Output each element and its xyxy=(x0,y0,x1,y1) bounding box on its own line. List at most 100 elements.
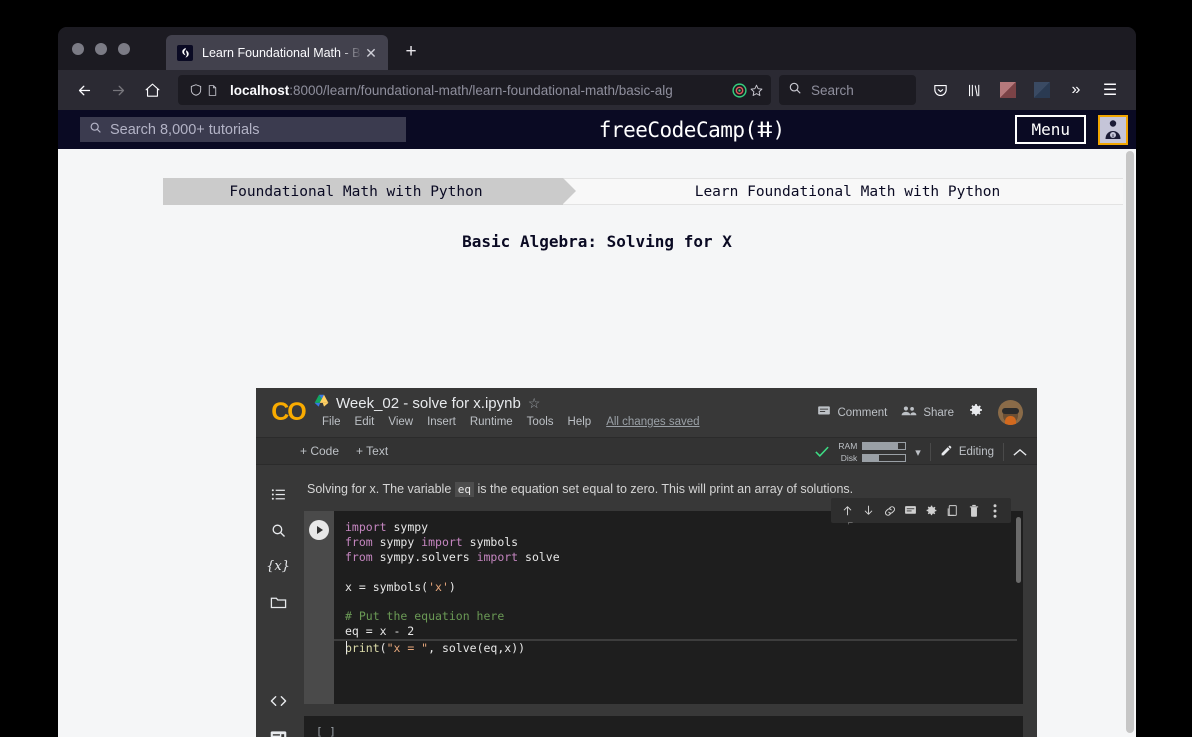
window-close-button[interactable] xyxy=(72,43,84,55)
browser-window: Learn Foundational Math - Basic ✕ + loca… xyxy=(58,27,1136,737)
svg-text:A: A xyxy=(1112,133,1115,139)
search-icon[interactable] xyxy=(263,515,293,545)
connected-check-icon xyxy=(815,445,829,460)
browser-tab-strip: Learn Foundational Math - Basic ✕ + xyxy=(58,27,1136,70)
colab-logo[interactable]: CO xyxy=(266,388,310,437)
share-button[interactable]: Share xyxy=(901,404,954,421)
breadcrumb: Foundational Math with Python Learn Foun… xyxy=(163,178,1133,205)
forward-button[interactable] xyxy=(102,75,134,105)
menu-insert[interactable]: Insert xyxy=(420,416,463,428)
variables-icon[interactable]: {x} xyxy=(263,551,293,581)
extension-a-icon[interactable] xyxy=(992,75,1024,105)
markdown-inline-code: eq xyxy=(455,482,474,497)
window-traffic-lights[interactable] xyxy=(72,43,130,55)
ram-label: RAM xyxy=(835,441,857,451)
add-code-cell-button[interactable]: + Code xyxy=(300,444,339,458)
comment-label: Comment xyxy=(837,407,887,419)
back-button[interactable] xyxy=(68,75,100,105)
pocket-icon[interactable] xyxy=(924,75,956,105)
freecodecamp-flame-icon xyxy=(177,45,193,61)
reader-mode-icon[interactable] xyxy=(731,82,748,99)
colab-filename[interactable]: Week_02 - solve for x.ipynb xyxy=(336,395,521,412)
url-path: :8000/learn/foundational-math/learn-foun… xyxy=(289,83,673,98)
menu-edit[interactable]: Edit xyxy=(348,416,382,428)
code-lines: import sympyfrom sympy import symbolsfro… xyxy=(345,520,1023,639)
cell-gutter xyxy=(304,511,334,704)
overflow-chevron-icon[interactable]: » xyxy=(1060,75,1092,105)
star-icon[interactable]: ☆ xyxy=(528,395,541,412)
colab-account-avatar[interactable] xyxy=(998,400,1023,425)
page-title: Basic Algebra: Solving for X xyxy=(58,232,1136,251)
editing-mode-button[interactable]: Editing xyxy=(940,444,994,460)
comment-button[interactable]: Comment xyxy=(817,404,887,421)
page-info-icon[interactable] xyxy=(204,84,221,97)
home-button[interactable] xyxy=(136,75,168,105)
output-cell[interactable]: [ ] xyxy=(304,716,1023,737)
people-icon xyxy=(901,404,917,421)
site-header: Search 8,000+ tutorials freeCodeCamp(ⵌ) … xyxy=(58,110,1136,149)
new-tab-button[interactable]: + xyxy=(396,37,426,67)
save-status[interactable]: All changes saved xyxy=(598,416,699,428)
window-minimize-button[interactable] xyxy=(95,43,107,55)
colab-titlebar: CO Week_02 - solve for x.ipynb ☆ File Ed… xyxy=(256,388,1037,437)
indent-guide-icon: ⌐ xyxy=(848,517,853,532)
window-maximize-button[interactable] xyxy=(118,43,130,55)
colab-body: {x} xyxy=(256,465,1037,737)
toolbar-search-field[interactable]: Search xyxy=(779,75,916,105)
code-line: eq = x - 2 xyxy=(345,624,1023,639)
code-line: from sympy.solvers import solve xyxy=(345,550,1023,565)
close-icon[interactable]: ✕ xyxy=(362,44,380,62)
code-line xyxy=(345,565,1023,580)
run-cell-button[interactable] xyxy=(309,520,329,540)
menu-view[interactable]: View xyxy=(381,416,420,428)
menu-tools[interactable]: Tools xyxy=(520,416,561,428)
colab-toolbar-right: RAM Disk ▾ xyxy=(815,438,1029,466)
table-of-contents-icon[interactable] xyxy=(263,479,293,509)
tab-list: Learn Foundational Math - Basic ✕ + xyxy=(166,35,426,70)
colab-notebook-embed: CO Week_02 - solve for x.ipynb ☆ File Ed… xyxy=(256,388,1037,737)
menu-help[interactable]: Help xyxy=(561,416,599,428)
files-folder-icon[interactable] xyxy=(263,587,293,617)
freecodecamp-logo[interactable]: freeCodeCamp(ⵌ) xyxy=(406,118,977,142)
colab-sidebar-bottom xyxy=(263,686,293,737)
colab-titlebar-actions: Comment Share xyxy=(817,400,1023,425)
add-text-cell-button[interactable]: + Text xyxy=(356,444,388,458)
code-cell[interactable]: import sympyfrom sympy import symbolsfro… xyxy=(304,511,1023,704)
library-icon[interactable] xyxy=(958,75,990,105)
code-editor[interactable]: import sympyfrom sympy import symbolsfro… xyxy=(334,511,1023,704)
url-bar[interactable]: localhost:8000/learn/foundational-math/l… xyxy=(178,75,771,105)
text-caret xyxy=(346,641,347,654)
markdown-text-before: Solving for x. The variable xyxy=(307,482,455,496)
page-scrollbar-thumb[interactable] xyxy=(1126,151,1134,733)
code-active-line[interactable] xyxy=(334,639,1017,641)
command-palette-icon[interactable] xyxy=(263,722,293,737)
code-scrollbar[interactable] xyxy=(1016,517,1021,583)
browser-nav-toolbar: localhost:8000/learn/foundational-math/l… xyxy=(58,70,1136,110)
toolbar-divider xyxy=(930,443,931,461)
resource-dropdown-icon[interactable]: ▾ xyxy=(915,446,921,459)
menu-runtime[interactable]: Runtime xyxy=(463,416,520,428)
extension-b-icon[interactable] xyxy=(1026,75,1058,105)
avatar[interactable]: A xyxy=(1098,115,1128,145)
url-text[interactable]: localhost:8000/learn/foundational-math/l… xyxy=(230,83,731,98)
ram-meter xyxy=(862,442,906,450)
site-menu-button[interactable]: Menu xyxy=(1015,115,1086,144)
resource-meters[interactable]: RAM Disk xyxy=(835,441,906,463)
browser-tab[interactable]: Learn Foundational Math - Basic ✕ xyxy=(166,35,388,70)
disk-meter-row: Disk xyxy=(835,453,906,463)
search-icon xyxy=(788,81,802,100)
output-prompt: [ ] xyxy=(316,725,336,737)
breadcrumb-item-course[interactable]: Foundational Math with Python xyxy=(163,178,563,205)
gear-icon[interactable] xyxy=(968,402,984,423)
hamburger-menu-icon[interactable]: ☰ xyxy=(1094,75,1126,105)
bookmark-star-icon[interactable] xyxy=(748,83,765,98)
shield-icon[interactable] xyxy=(187,83,204,97)
code-snippets-icon[interactable] xyxy=(263,686,293,716)
breadcrumb-item-lesson[interactable]: Learn Foundational Math with Python xyxy=(563,178,1133,205)
page-scrollbar[interactable] xyxy=(1123,149,1136,737)
menu-file[interactable]: File xyxy=(315,416,348,428)
collapse-toolbar-icon[interactable] xyxy=(1013,445,1029,460)
site-search-input[interactable]: Search 8,000+ tutorials xyxy=(80,117,406,142)
code-line-print: print("x = ", solve(eq,x)) xyxy=(345,641,1023,656)
code-line: from sympy import symbols xyxy=(345,535,1023,550)
